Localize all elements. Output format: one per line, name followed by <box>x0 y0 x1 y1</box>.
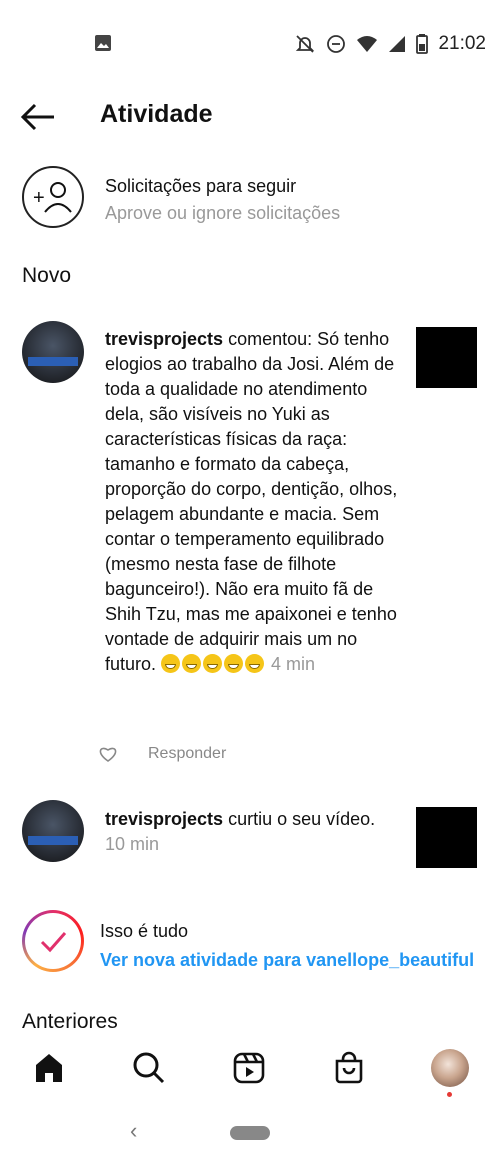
grin-emoji-icon <box>182 654 202 673</box>
reply-button[interactable]: Responder <box>148 745 226 763</box>
section-new: Novo <box>22 264 72 287</box>
grin-emoji-icon <box>161 654 181 673</box>
shop-icon[interactable] <box>329 1048 369 1088</box>
all-caught-up: Isso é tudo Ver nova atividade para vane… <box>0 910 500 976</box>
mute-icon <box>296 35 315 53</box>
avatar[interactable] <box>22 800 84 862</box>
notification-dot <box>447 1092 452 1097</box>
add-person-icon: + <box>22 166 84 228</box>
wifi-icon <box>357 36 378 52</box>
heart-icon[interactable] <box>98 745 118 763</box>
grin-emoji-icon <box>245 654 265 673</box>
all-set-title: Isso é tudo <box>100 921 189 941</box>
profile-avatar[interactable] <box>430 1048 470 1088</box>
app-header: Atividade <box>0 88 500 146</box>
like-text: curtiu o seu vídeo. <box>223 809 376 829</box>
reels-icon[interactable] <box>229 1048 269 1088</box>
image-notification-icon <box>95 35 111 51</box>
notification-text: trevisprojects comentou: Só tenho elogio… <box>105 327 405 677</box>
battery-icon <box>416 34 429 54</box>
status-bar: 21:02 <box>0 0 500 88</box>
status-time: 21:02 <box>438 33 486 54</box>
notification-username[interactable]: trevisprojects <box>105 809 223 829</box>
home-gesture-pill[interactable] <box>230 1126 270 1140</box>
bottom-nav <box>0 1040 500 1100</box>
system-nav: ‹ <box>0 1100 500 1167</box>
home-icon[interactable] <box>29 1048 69 1088</box>
grin-emoji-icon <box>224 654 244 673</box>
notification-username[interactable]: trevisprojects <box>105 329 223 349</box>
system-back-icon[interactable]: ‹ <box>130 1118 137 1144</box>
post-thumbnail[interactable] <box>416 807 477 868</box>
checkmark-ring-icon <box>22 910 84 972</box>
avatar[interactable] <box>22 321 84 383</box>
dnd-icon <box>327 35 346 53</box>
comment-text: comentou: Só tenho elogios ao trabalho d… <box>105 329 398 674</box>
notification-time: 4 min <box>271 654 316 674</box>
notification-time: 10 min <box>105 834 160 854</box>
section-earlier: Anteriores <box>22 1010 118 1033</box>
comment-actions: Responder <box>98 743 226 765</box>
page-title: Atividade <box>100 100 213 128</box>
post-thumbnail[interactable] <box>416 327 477 388</box>
notification-text: trevisprojects curtiu o seu vídeo. 10 mi… <box>105 807 405 857</box>
grin-emoji-icon <box>203 654 223 673</box>
follow-requests-title: Solicitações para seguir <box>105 176 297 196</box>
follow-requests-subtitle: Aprove ou ignore solicitações <box>105 203 341 223</box>
follow-requests-row[interactable]: + Solicitações para seguir Aprove ou ign… <box>0 165 500 237</box>
signal-icon <box>389 36 406 52</box>
svg-text:+: + <box>33 187 45 209</box>
arrow-left-icon[interactable] <box>18 100 58 134</box>
new-activity-link[interactable]: Ver nova atividade para vanellope_beauti… <box>100 950 474 971</box>
search-icon[interactable] <box>129 1048 169 1088</box>
